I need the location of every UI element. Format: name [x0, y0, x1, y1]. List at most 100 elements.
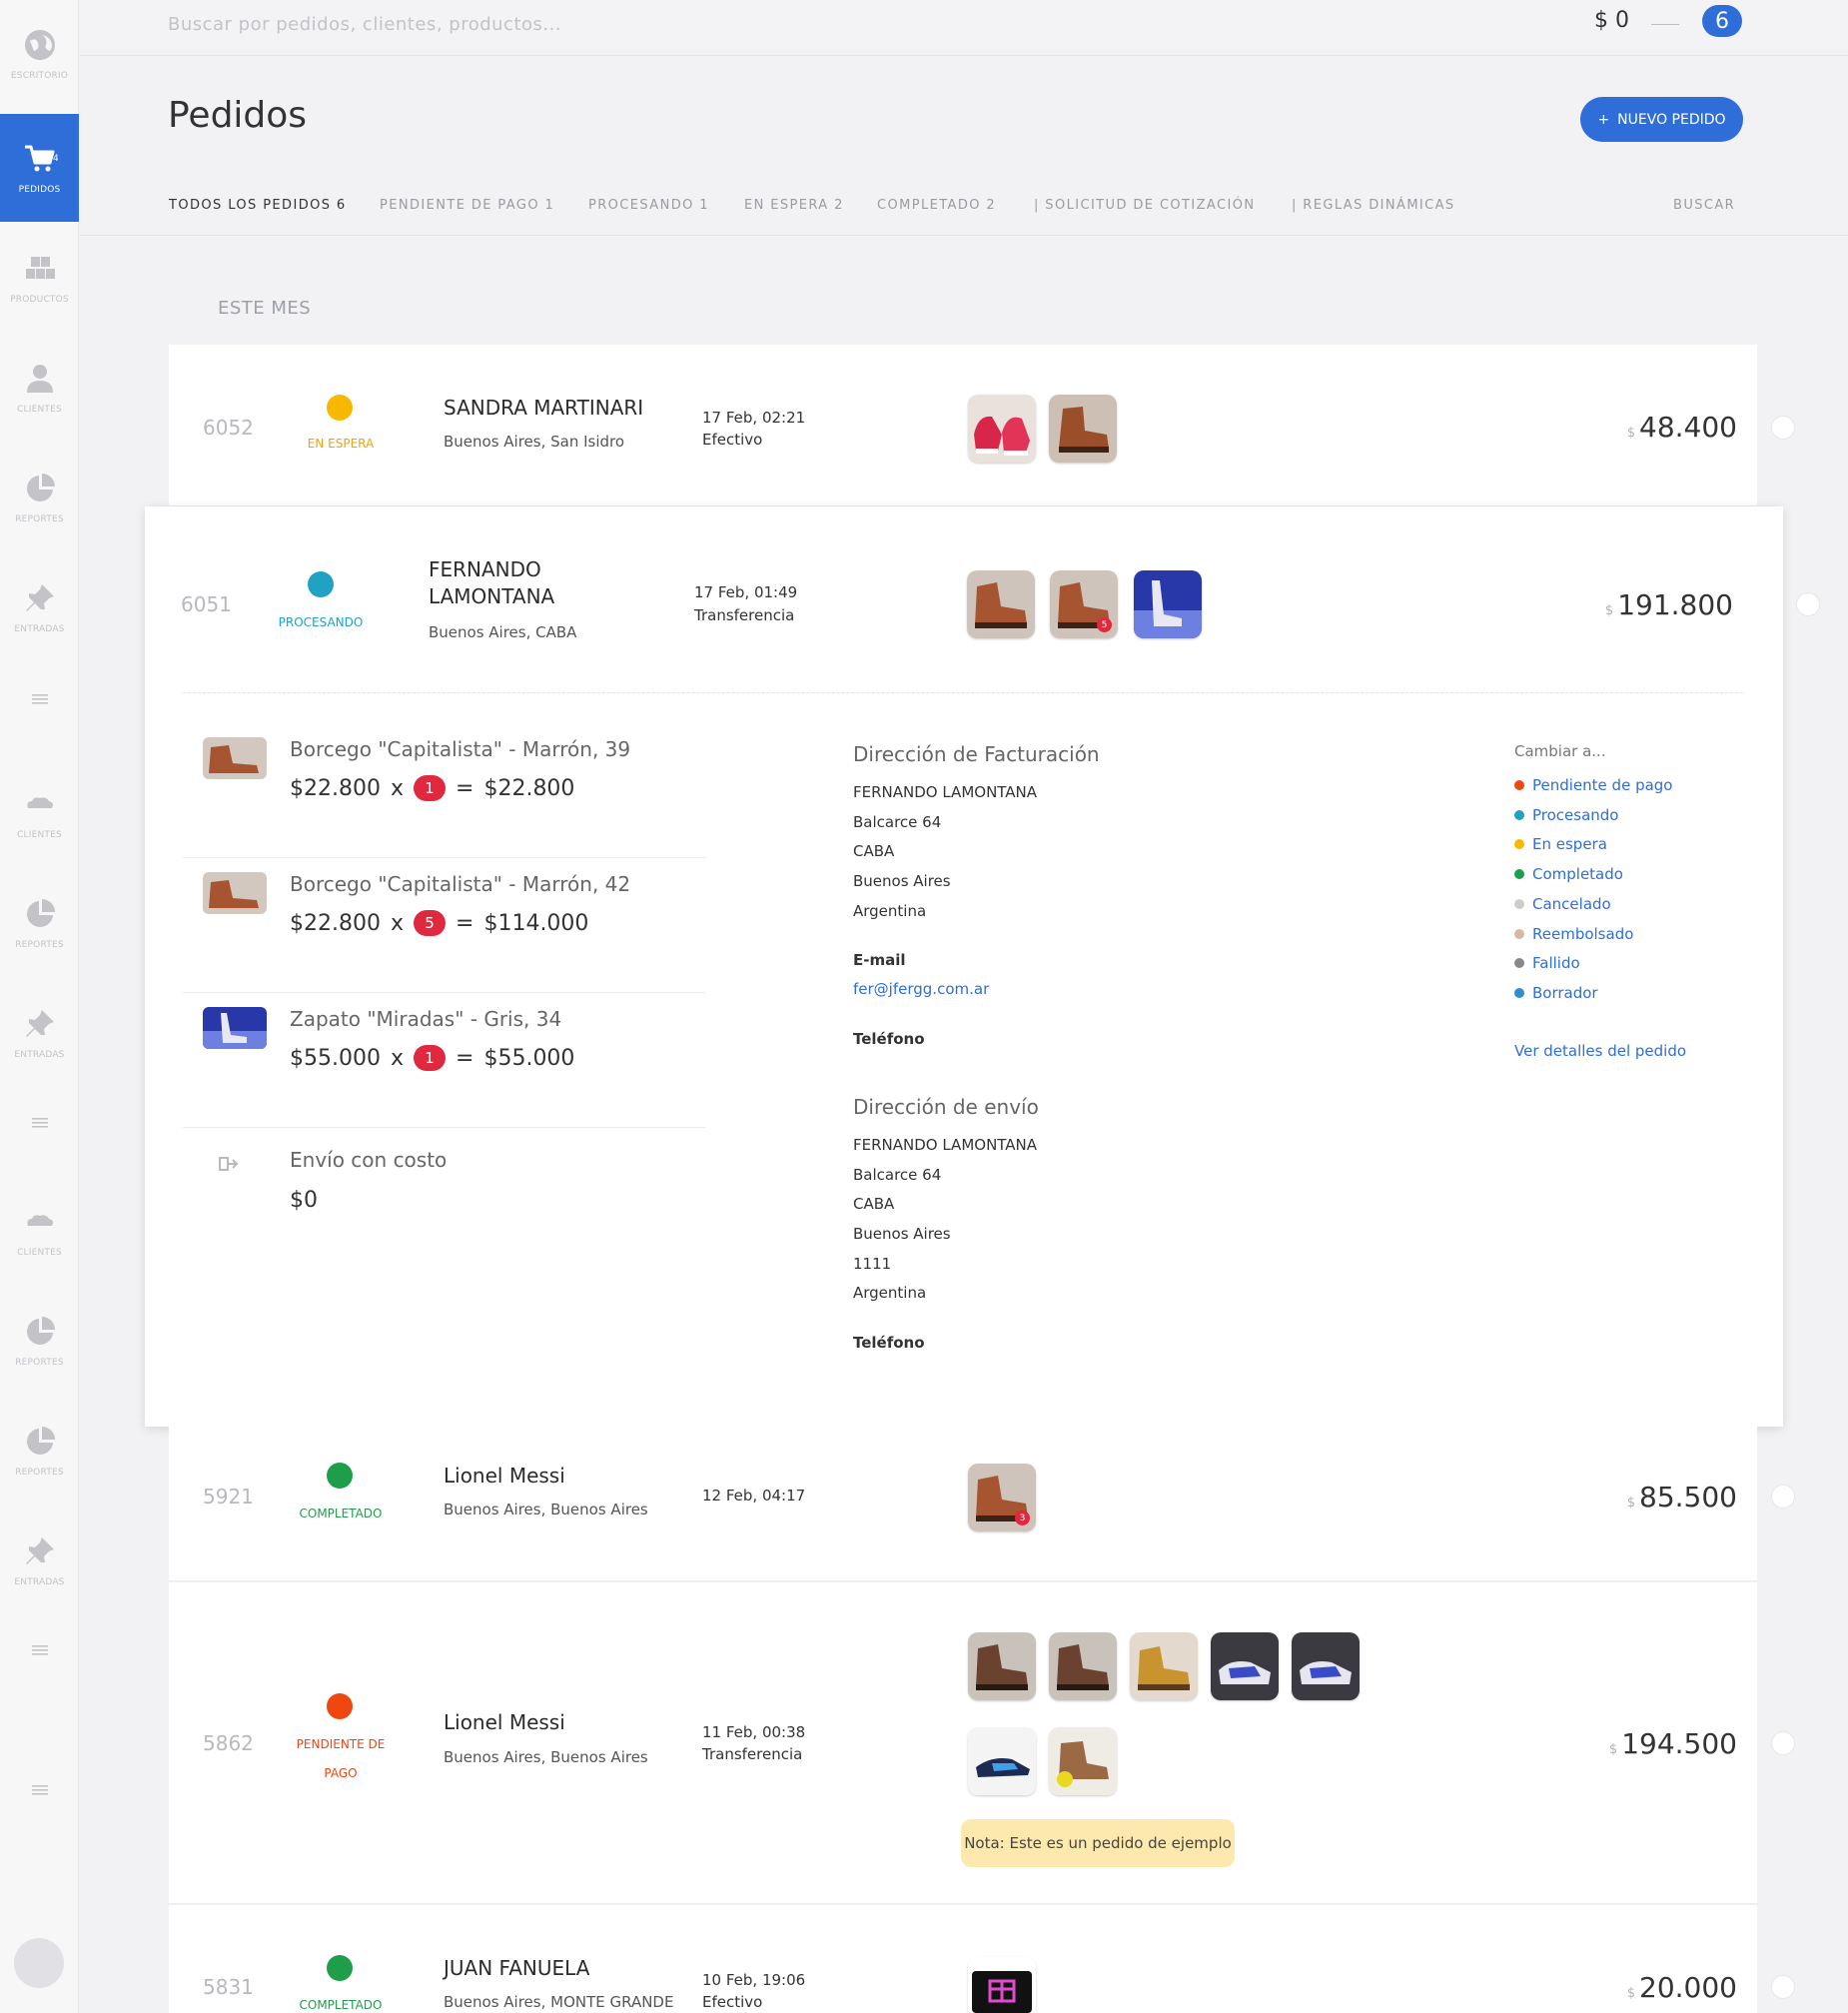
tab-all-orders[interactable]: TODOS LOS PEDIDOS 6: [169, 198, 347, 213]
status-option-refunded[interactable]: Reembolsado: [1514, 925, 1633, 943]
sidebar-item-entradas[interactable]: ENTRADAS: [0, 979, 79, 1087]
tab-quote-request[interactable]: | SOLICITUD DE COTIZACIÓN: [1034, 198, 1255, 213]
equals-sign: =: [456, 910, 474, 936]
quantity-badge[interactable]: 1: [414, 1045, 447, 1071]
quantity-badge[interactable]: 5: [414, 910, 447, 936]
shipping-line: Buenos Aires: [853, 1225, 951, 1243]
status-option-draft[interactable]: Borrador: [1514, 984, 1598, 1002]
sidebar-menu-toggle[interactable]: [0, 1630, 79, 1670]
shipping-line: 1111: [853, 1255, 892, 1273]
item-name: Zapato "Miradas" - Gris, 34: [290, 1007, 562, 1031]
status-option-failed[interactable]: Fallido: [1514, 954, 1580, 972]
sidebar-item-entradas[interactable]: ENTRADAS: [0, 1507, 79, 1614]
status-option-on-hold[interactable]: En espera: [1514, 835, 1607, 853]
search-input[interactable]: [168, 10, 867, 38]
order-row[interactable]: 6052 EN ESPERA SANDRA MARTINARI Buenos A…: [169, 345, 1795, 506]
sidebar-item-clientes[interactable]: CLIENTES: [0, 759, 79, 867]
unit-price: $22.800: [290, 775, 381, 801]
new-order-button[interactable]: + NUEVO PEDIDO: [1580, 97, 1743, 142]
cloud-icon: [27, 797, 53, 808]
item-thumb: [203, 1007, 267, 1049]
sidebar-menu-toggle[interactable]: [0, 1770, 79, 1810]
sidebar-item-clientes[interactable]: CLIENTES: [0, 1177, 79, 1285]
email-label: E-mail: [853, 951, 906, 969]
sidebar-item-label: PRODUCTOS: [10, 295, 69, 305]
sidebar-item-escritorio[interactable]: ESCRITORIO: [0, 0, 79, 108]
pie-chart-icon: [26, 899, 55, 927]
customer-location: Buenos Aires, Buenos Aires: [444, 1501, 648, 1518]
order-amount: $48.400: [1626, 411, 1737, 444]
sidebar-item-clientes[interactable]: CLIENTES: [0, 334, 79, 442]
hamburger-icon: [31, 694, 48, 704]
sidebar-item-reportes[interactable]: REPORTES: [0, 444, 79, 551]
tab-processing[interactable]: PROCESANDO 1: [588, 198, 709, 213]
sidebar-menu-toggle[interactable]: [0, 679, 79, 719]
order-select-radio[interactable]: [1771, 1485, 1795, 1509]
sidebar: ESCRITORIO 4 PEDIDOS PRODUCTOS CLIENTES …: [0, 0, 79, 2013]
order-row[interactable]: 5831 COMPLETADO JUAN FANUELA Buenos Aire…: [169, 1905, 1795, 2013]
customer-location: Buenos Aires, MONTE GRANDE: [444, 1993, 674, 2011]
order-expanded-panel[interactable]: 6051 PROCESANDO FERNANDO LAMONTANA Bueno…: [145, 506, 1820, 1427]
sidebar-item-label: CLIENTES: [17, 1248, 62, 1258]
view-order-details-link[interactable]: Ver detalles del pedido: [1514, 1042, 1686, 1060]
order-id: 6052: [203, 416, 254, 440]
quantity-badge[interactable]: 1: [414, 775, 447, 801]
pin-icon: [25, 1537, 54, 1564]
tab-search[interactable]: BUSCAR: [1673, 198, 1735, 213]
shipping-cost: $0: [290, 1188, 318, 1213]
cart-total[interactable]: $ 0: [1594, 8, 1629, 33]
status-option-completed[interactable]: Completado: [1514, 865, 1623, 883]
divider: [1651, 24, 1679, 25]
product-thumb: [968, 1727, 1036, 1795]
order-date: 11 Feb, 00:38: [702, 1723, 806, 1741]
sidebar-item-label: CLIENTES: [17, 830, 62, 840]
product-thumb: 5: [1050, 570, 1118, 638]
status-badge: PROCESANDO: [278, 615, 364, 629]
status-option-processing[interactable]: Procesando: [1514, 806, 1618, 824]
sidebar-item-reportes[interactable]: REPORTES: [0, 869, 79, 977]
sidebar-item-pedidos[interactable]: 4 PEDIDOS: [0, 114, 79, 222]
tab-pending-payment[interactable]: PENDIENTE DE PAGO 1: [380, 198, 554, 213]
payment-method: Transferencia: [702, 1745, 803, 1763]
sidebar-item-entradas[interactable]: ENTRADAS: [0, 553, 79, 661]
shipping-line: Argentina: [853, 1284, 927, 1302]
order-select-radio[interactable]: [1796, 592, 1820, 616]
order-amount: $20.000: [1626, 1971, 1737, 2004]
boxes-icon: [25, 257, 55, 279]
sidebar-item-productos[interactable]: PRODUCTOS: [0, 224, 79, 332]
globe-icon: [24, 30, 55, 60]
status-dot: [1514, 929, 1524, 939]
avatar[interactable]: [14, 1938, 64, 1988]
sidebar-item-label: CLIENTES: [17, 405, 62, 415]
email-link[interactable]: fer@jfergg.com.ar: [853, 980, 989, 998]
order-select-radio[interactable]: [1771, 416, 1795, 440]
status-dot: [1514, 899, 1524, 909]
new-order-label: NUEVO PEDIDO: [1617, 111, 1726, 128]
payment-method: Efectivo: [702, 431, 763, 449]
tab-on-hold[interactable]: EN ESPERA 2: [744, 198, 844, 213]
tab-completed[interactable]: COMPLETADO 2: [877, 198, 996, 213]
divider: [183, 692, 1743, 693]
order-row[interactable]: 5921 COMPLETADO Lionel Messi Buenos Aire…: [169, 1427, 1795, 1581]
shipping-exit-icon: [219, 1157, 239, 1171]
customer-location: Buenos Aires, Buenos Aires: [444, 1748, 648, 1766]
status-option-cancelled[interactable]: Cancelado: [1514, 895, 1611, 913]
cart-badge: 4: [53, 154, 58, 164]
customer-name: Lionel Messi: [444, 1710, 565, 1734]
cart-count-badge[interactable]: 6: [1702, 5, 1742, 37]
status-dot: [1514, 988, 1524, 998]
customer-name: Lionel Messi: [444, 1464, 565, 1488]
line-item: Borcego "Capitalista" - Marrón, 39 $22.8…: [183, 723, 706, 858]
status-option-pending[interactable]: Pendiente de pago: [1514, 776, 1672, 794]
order-select-radio[interactable]: [1771, 1731, 1795, 1755]
times-sign: x: [390, 775, 405, 801]
sidebar-item-label: ENTRADAS: [14, 1577, 65, 1587]
product-thumb: [1292, 1632, 1360, 1700]
sidebar-item-label: PEDIDOS: [18, 185, 61, 195]
sidebar-item-reportes[interactable]: REPORTES: [0, 1287, 79, 1395]
tab-dynamic-rules[interactable]: | REGLAS DINÁMICAS: [1292, 198, 1455, 213]
sidebar-item-reportes[interactable]: REPORTES: [0, 1397, 79, 1505]
sidebar-menu-toggle[interactable]: [0, 1103, 79, 1143]
order-select-radio[interactable]: [1771, 1975, 1795, 1999]
order-amount: $191.800: [1604, 588, 1733, 621]
